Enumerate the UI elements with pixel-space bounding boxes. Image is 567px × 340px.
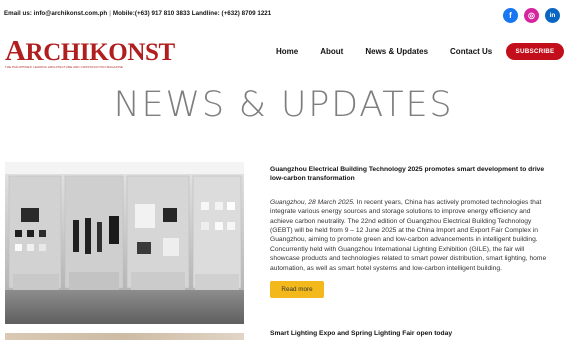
article-text: In recent years, China has actively prom… [270,198,547,272]
showroom-photo [5,162,244,324]
article-title-2[interactable]: Smart Lighting Expo and Spring Lighting … [270,330,452,337]
article-dateline: Guangzhou, 28 March 2025. [270,198,355,206]
contact-bar: Email us: info@archikonst.com.ph | Mobile:… [4,10,271,17]
article-image-2[interactable] [5,333,244,340]
site-logo[interactable]: ARCHIKONST THE PHILIPPINES' LEADING ARCH… [5,35,175,70]
linkedin-icon[interactable]: in [545,8,560,23]
article-card: Guangzhou Electrical Building Technology… [270,165,555,299]
subscribe-button[interactable]: SUBSCRIBE [506,43,564,60]
nav-contact-us[interactable]: Contact Us [450,47,492,56]
nav-about[interactable]: About [320,47,343,56]
social-links: f ◎ in [503,8,560,23]
email-link[interactable]: Email us: info@archikonst.com.ph [4,10,107,17]
main-nav: Home About News & Updates Contact Us [276,47,514,56]
article-image[interactable] [5,162,244,324]
phone-numbers[interactable]: Mobile:(+63) 917 810 3833 Landline: (+63… [113,10,271,17]
article-title[interactable]: Guangzhou Electrical Building Technology… [270,165,555,184]
nav-news-updates[interactable]: News & Updates [365,47,428,56]
facebook-icon[interactable]: f [503,8,518,23]
nav-home[interactable]: Home [276,47,298,56]
logo-wordmark: ARCHIKONST [5,35,175,67]
instagram-icon[interactable]: ◎ [524,8,539,23]
article-excerpt: Guangzhou, 28 March 2025. In recent year… [270,198,555,273]
contact-separator: | [109,10,111,17]
read-more-button[interactable]: Read more [270,281,324,299]
page-title: NEWS & UPDATES [113,85,454,125]
